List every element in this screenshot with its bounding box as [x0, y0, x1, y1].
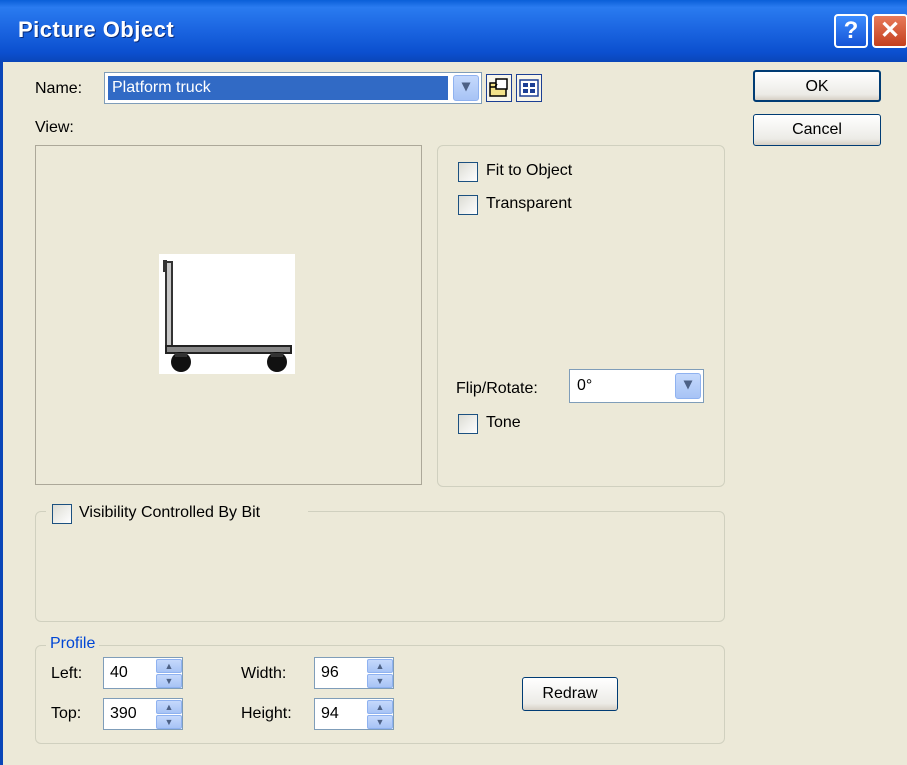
spin-up-icon[interactable]: ▲: [156, 700, 182, 714]
height-label: Height:: [241, 705, 292, 722]
spin-down-icon[interactable]: ▼: [156, 674, 182, 688]
close-icon[interactable]: ✕: [872, 14, 907, 48]
spin-up-icon[interactable]: ▲: [367, 700, 393, 714]
top-label: Top:: [51, 705, 82, 722]
image-preview: [35, 145, 422, 485]
browse-grid-icon[interactable]: [516, 74, 542, 102]
name-label: Name:: [35, 80, 83, 97]
left-spinner[interactable]: ▲ ▼: [156, 659, 188, 691]
view-label: View:: [35, 119, 74, 136]
dropdown-arrow-icon[interactable]: ▾: [453, 75, 479, 101]
name-combobox[interactable]: Platform truck ▾: [104, 72, 482, 104]
window-border: [0, 62, 3, 765]
transparent-label: Transparent: [486, 195, 572, 212]
profile-title: Profile: [46, 635, 100, 653]
flip-rotate-label: Flip/Rotate:: [456, 380, 538, 397]
flip-rotate-select[interactable]: 0° ▾: [569, 369, 704, 403]
chevron-down-icon[interactable]: ▾: [675, 373, 701, 399]
visibility-label: Visibility Controlled By Bit: [79, 504, 261, 521]
name-value: Platform truck: [108, 76, 448, 100]
fit-to-object-checkbox[interactable]: [458, 162, 478, 182]
spin-up-icon[interactable]: ▲: [156, 659, 182, 673]
visibility-checkbox[interactable]: [52, 504, 72, 524]
width-input[interactable]: 96 ▲ ▼: [314, 657, 394, 689]
visibility-group: [35, 511, 725, 622]
options-group: [437, 145, 725, 487]
cancel-button[interactable]: Cancel: [753, 114, 881, 146]
fit-to-object-label: Fit to Object: [486, 162, 573, 179]
platform-truck-image: [159, 254, 295, 374]
tone-label: Tone: [486, 414, 521, 431]
left-value: 40: [110, 664, 128, 681]
ok-button[interactable]: OK: [753, 70, 881, 102]
redraw-button[interactable]: Redraw: [522, 677, 618, 711]
width-spinner[interactable]: ▲ ▼: [367, 659, 399, 691]
top-value: 390: [110, 705, 137, 722]
left-input[interactable]: 40 ▲ ▼: [103, 657, 183, 689]
open-folder-icon[interactable]: [486, 74, 512, 102]
tone-checkbox[interactable]: [458, 414, 478, 434]
width-value: 96: [321, 664, 339, 681]
flip-rotate-value: 0°: [577, 377, 593, 394]
width-label: Width:: [241, 665, 287, 682]
height-input[interactable]: 94 ▲ ▼: [314, 698, 394, 730]
spin-down-icon[interactable]: ▼: [156, 715, 182, 729]
top-spinner[interactable]: ▲ ▼: [156, 700, 188, 732]
left-label: Left:: [51, 665, 83, 682]
title-bar: Picture Object ? ✕: [0, 0, 907, 62]
height-spinner[interactable]: ▲ ▼: [367, 700, 399, 732]
height-value: 94: [321, 705, 339, 722]
picture-object-dialog: Picture Object ? ✕ Name: Platform truck …: [0, 0, 907, 765]
spin-up-icon[interactable]: ▲: [367, 659, 393, 673]
help-icon[interactable]: ?: [834, 14, 868, 48]
spin-down-icon[interactable]: ▼: [367, 715, 393, 729]
spin-down-icon[interactable]: ▼: [367, 674, 393, 688]
transparent-checkbox[interactable]: [458, 195, 478, 215]
top-input[interactable]: 390 ▲ ▼: [103, 698, 183, 730]
window-title: Picture Object: [18, 17, 175, 42]
